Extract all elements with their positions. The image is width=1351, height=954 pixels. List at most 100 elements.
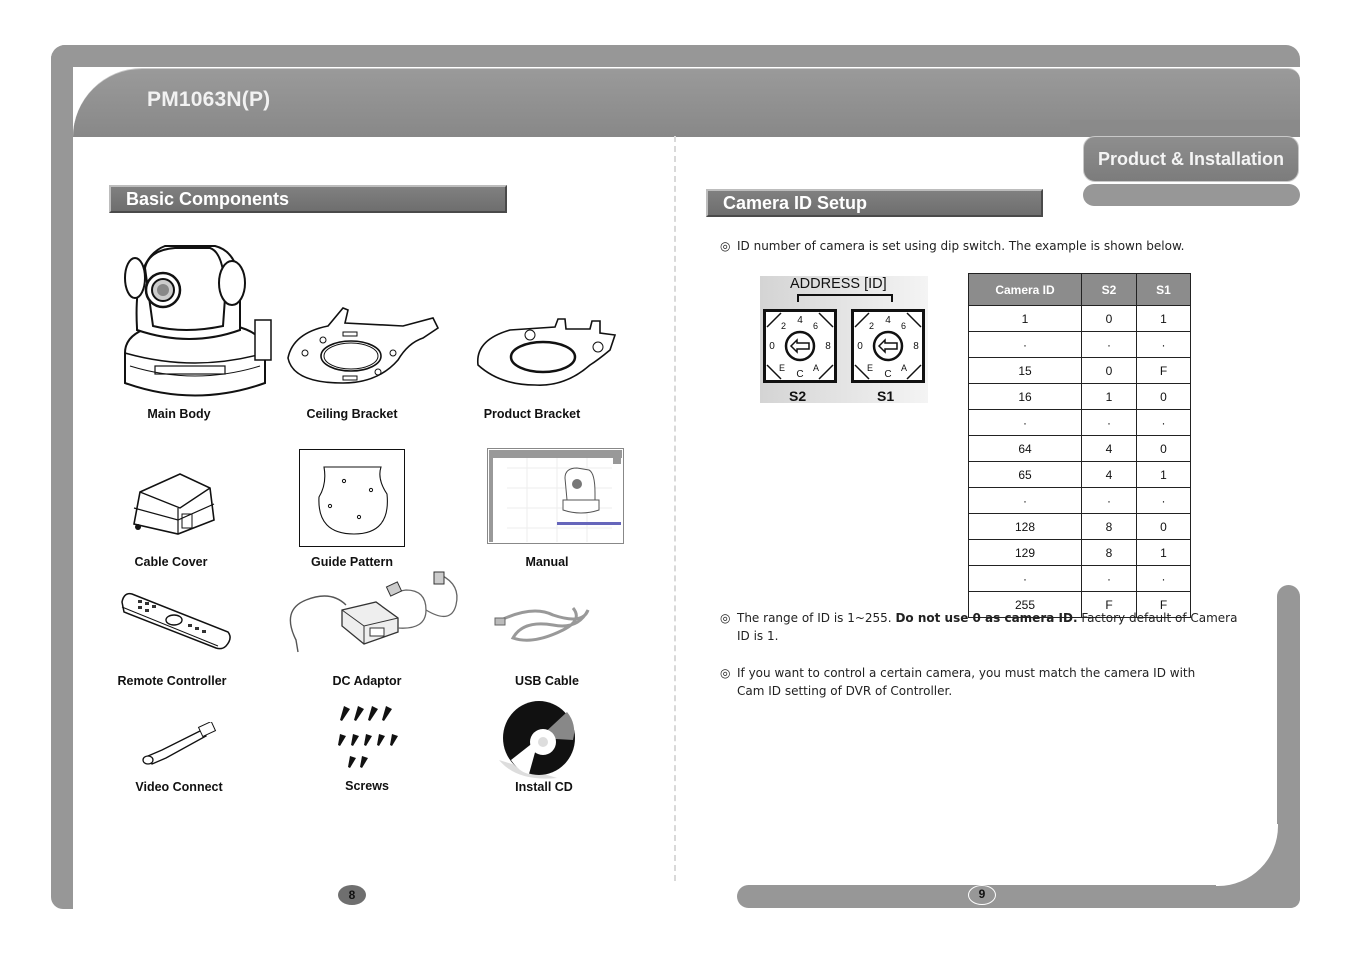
component-label: DC Adaptor	[332, 674, 402, 688]
camera-id-table: Camera ID S2 S1 1 0 1 · · · 15 0 F 16 1 0 · · · 64 4 0 65 4…	[968, 273, 1191, 618]
cell-s1: 0	[1136, 435, 1191, 462]
section-heading-basic-components: Basic Components	[109, 185, 507, 213]
cell-s2: 0	[1081, 357, 1137, 384]
cell-s1: 1	[1136, 305, 1191, 332]
cable-cover-icon	[133, 473, 215, 535]
warning-text: Do not use 0 as camera ID.	[895, 611, 1078, 625]
note-id-range: ◎ The range of ID is 1~255. Do not use 0 …	[720, 611, 1238, 643]
intro-paragraph: ◎ ID number of camera is set using dip sw…	[720, 239, 1185, 253]
manual-icon	[487, 448, 624, 544]
svg-text:A: A	[813, 363, 819, 373]
bullet-mark-icon: ◎	[720, 239, 731, 253]
cell-s2: 8	[1081, 539, 1137, 566]
bullet-mark-icon: ◎	[720, 666, 731, 680]
note-match-camera-id: ◎ If you want to control a certain camera…	[720, 666, 1196, 698]
svg-text:4: 4	[885, 315, 891, 326]
guide-pattern-icon	[299, 449, 405, 547]
frame-corner	[1216, 824, 1278, 886]
tab-connector	[1070, 120, 1300, 137]
cell-s1: 0	[1136, 513, 1191, 540]
cell-camera-id: 15	[968, 357, 1082, 384]
svg-text:2: 2	[781, 321, 786, 331]
dip-switch-illustration: ADDRESS [ID] 4 C 0 8 2 6 A E 4 C 0 8 2 6…	[760, 276, 928, 404]
svg-text:E: E	[779, 363, 785, 373]
ceiling-bracket-icon	[287, 307, 440, 384]
footer-band	[737, 885, 1300, 908]
cell-camera-id: 129	[968, 539, 1082, 566]
cell-s2: ·	[1081, 331, 1137, 358]
svg-text:A: A	[901, 363, 907, 373]
cell-s2: ·	[1081, 565, 1137, 592]
cell-camera-id: ·	[968, 487, 1082, 514]
table-row: · · ·	[968, 487, 1191, 514]
svg-text:8: 8	[913, 341, 919, 352]
cell-s1: ·	[1136, 409, 1191, 436]
rotary-switch-s2-icon: 4 C 0 8 2 6 A E	[763, 309, 837, 383]
table-row: · · ·	[968, 565, 1191, 592]
rotary-switch-s1-icon: 4 C 0 8 2 6 A E	[851, 309, 925, 383]
page-number-left: 8	[338, 885, 366, 905]
section-tab-product-installation: Product & Installation	[1083, 136, 1299, 182]
column-header-s1: S1	[1136, 273, 1191, 306]
component-label: Install CD	[515, 780, 573, 794]
cell-s1: F	[1136, 357, 1191, 384]
component-label: USB Cable	[515, 674, 579, 688]
cell-camera-id: 128	[968, 513, 1082, 540]
component-label: Guide Pattern	[311, 555, 393, 569]
cell-camera-id: 1	[968, 305, 1082, 332]
table-row: 16 1 0	[968, 383, 1191, 410]
switch-label-s2: S2	[789, 388, 807, 404]
cell-s1: ·	[1136, 331, 1191, 358]
cell-s2: 0	[1081, 305, 1137, 332]
cell-s2: ·	[1081, 409, 1137, 436]
table-row: 129 8 1	[968, 539, 1191, 566]
cell-s1: ·	[1136, 565, 1191, 592]
component-label: Product Bracket	[483, 407, 581, 421]
table-row: 128 8 0	[968, 513, 1191, 540]
product-bracket-icon	[477, 318, 617, 386]
cell-camera-id: 16	[968, 383, 1082, 410]
column-header-s2: S2	[1081, 273, 1137, 306]
page-frame-right	[1277, 585, 1300, 908]
svg-text:6: 6	[813, 321, 818, 331]
camera-body-icon	[124, 245, 272, 397]
svg-text:0: 0	[857, 341, 863, 352]
remote-controller-icon	[121, 592, 231, 650]
cell-camera-id: 64	[968, 435, 1082, 462]
cell-camera-id: ·	[968, 565, 1082, 592]
component-label: Cable Cover	[134, 555, 208, 569]
svg-text:6: 6	[901, 321, 906, 331]
cell-camera-id: ·	[968, 409, 1082, 436]
cell-s2: 1	[1081, 383, 1137, 410]
tab-underbar	[1083, 184, 1300, 206]
table-row: 64 4 0	[968, 435, 1191, 462]
svg-text:4: 4	[797, 315, 803, 326]
cell-s1: 1	[1136, 539, 1191, 566]
cell-s2: 4	[1081, 435, 1137, 462]
table-row: · · ·	[968, 331, 1191, 358]
table-row: 15 0 F	[968, 357, 1191, 384]
cell-s1: 0	[1136, 383, 1191, 410]
cell-s1: 1	[1136, 461, 1191, 488]
dip-bracket	[797, 294, 893, 302]
column-header-camera-id: Camera ID	[968, 273, 1082, 306]
switch-label-s1: S1	[877, 388, 895, 404]
page-frame-top	[51, 45, 1300, 67]
usb-cable-icon	[494, 607, 590, 642]
component-label: Ceiling Bracket	[306, 407, 398, 421]
cell-s2: ·	[1081, 487, 1137, 514]
dc-adaptor-icon	[289, 571, 458, 653]
screws-icon	[338, 706, 398, 768]
component-label: Video Connect	[135, 780, 223, 794]
video-connector-icon	[142, 722, 217, 765]
component-label: Screws	[345, 779, 389, 793]
cell-camera-id: 65	[968, 461, 1082, 488]
svg-text:2: 2	[869, 321, 874, 331]
model-title: PM1063N(P)	[147, 88, 271, 111]
section-heading-camera-id-setup: Camera ID Setup	[706, 189, 1043, 217]
cell-camera-id: ·	[968, 331, 1082, 358]
page-divider	[674, 136, 676, 881]
svg-text:8: 8	[825, 341, 831, 352]
table-row: · · ·	[968, 409, 1191, 436]
table-row: 101	[968, 305, 1191, 332]
